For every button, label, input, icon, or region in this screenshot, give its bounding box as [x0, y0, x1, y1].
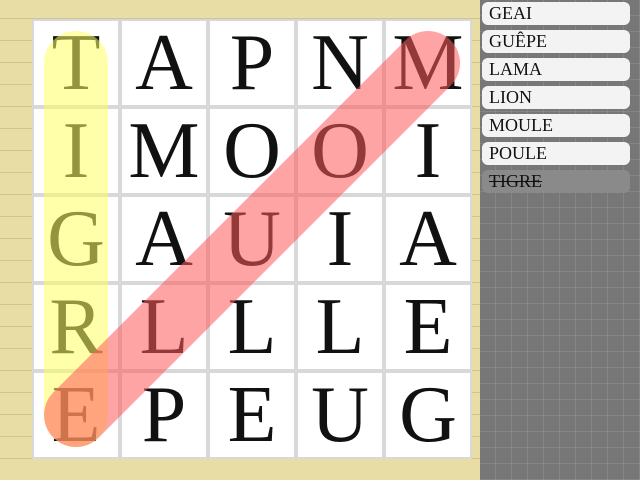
- grid-cell-r0-c1[interactable]: A: [122, 21, 206, 105]
- grid-cell-r1-c3[interactable]: O: [298, 109, 382, 193]
- grid-cell-r1-c2[interactable]: O: [210, 109, 294, 193]
- grid-cell-r4-c1[interactable]: P: [122, 373, 206, 457]
- word-list: GEAI GUÊPE LAMA LION MOULE POULE TIGRE: [482, 2, 630, 198]
- grid-cell-r3-c0[interactable]: R: [34, 285, 118, 369]
- word-item-guêpe: GUÊPE: [482, 30, 630, 53]
- grid-cell-r2-c4[interactable]: A: [386, 197, 470, 281]
- grid-cell-r0-c2[interactable]: P: [210, 21, 294, 105]
- grid-cell-r2-c3[interactable]: I: [298, 197, 382, 281]
- grid-cell-r3-c3[interactable]: L: [298, 285, 382, 369]
- word-item-lion: LION: [482, 86, 630, 109]
- grid-cell-r1-c4[interactable]: I: [386, 109, 470, 193]
- grid-cell-r0-c3[interactable]: N: [298, 21, 382, 105]
- grid-cell-r2-c0[interactable]: G: [34, 197, 118, 281]
- grid-cell-r2-c2[interactable]: U: [210, 197, 294, 281]
- grid-cell-r3-c1[interactable]: L: [122, 285, 206, 369]
- grid-cell-r1-c0[interactable]: I: [34, 109, 118, 193]
- grid-cell-r0-c0[interactable]: T: [34, 21, 118, 105]
- grid-cell-r1-c1[interactable]: M: [122, 109, 206, 193]
- grid-cell-r3-c4[interactable]: E: [386, 285, 470, 369]
- grid-cell-r4-c2[interactable]: E: [210, 373, 294, 457]
- grid-cell-r0-c4[interactable]: M: [386, 21, 470, 105]
- grid-cell-r4-c4[interactable]: G: [386, 373, 470, 457]
- word-item-tigre: TIGRE: [482, 170, 630, 193]
- word-item-moule: MOULE: [482, 114, 630, 137]
- word-item-lama: LAMA: [482, 58, 630, 81]
- grid-cell-r4-c0[interactable]: E: [34, 373, 118, 457]
- grid-cell-r4-c3[interactable]: U: [298, 373, 382, 457]
- word-item-poule: POULE: [482, 142, 630, 165]
- letter-grid[interactable]: TAPNMIMOOIGAUIARLLLEEPEUG: [32, 19, 472, 459]
- grid-cell-r3-c2[interactable]: L: [210, 285, 294, 369]
- word-item-geai: GEAI: [482, 2, 630, 25]
- grid-cell-r2-c1[interactable]: A: [122, 197, 206, 281]
